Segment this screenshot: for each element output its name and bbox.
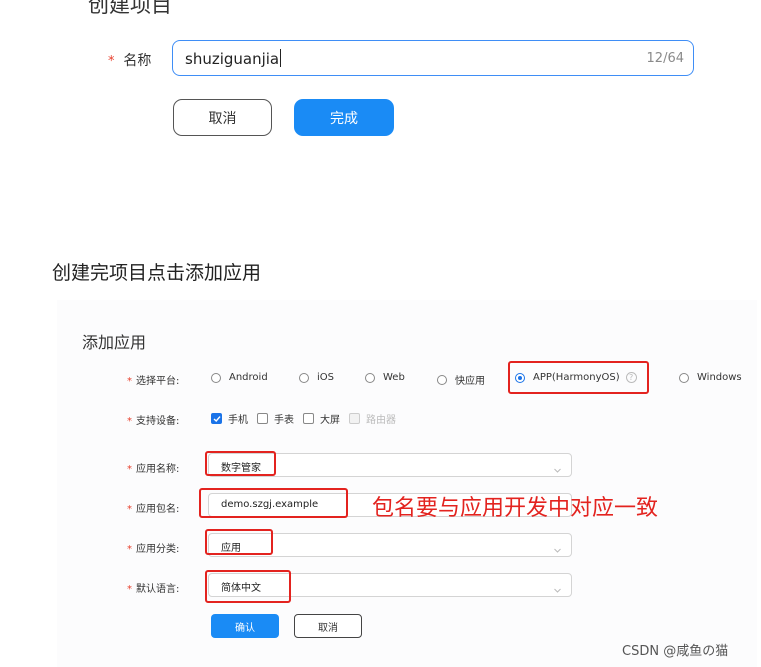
- package-label: * 应用包名:: [127, 504, 180, 515]
- checkbox-icon: [303, 413, 314, 424]
- language-label: * 默认语言:: [127, 584, 180, 595]
- radio-icon: [365, 372, 375, 383]
- category-label: * 应用分类:: [127, 544, 180, 555]
- highlight-box-app-name: [205, 451, 276, 476]
- cancel-button[interactable]: 取消: [173, 99, 272, 136]
- radio-icon: [437, 374, 447, 385]
- chevron-down-icon: [553, 460, 562, 479]
- project-name-value: shuziguanjia: [185, 49, 282, 68]
- highlight-box-language: [205, 570, 291, 603]
- platform-option-ios[interactable]: iOS: [299, 372, 334, 383]
- platform-option-web[interactable]: Web: [365, 372, 405, 383]
- highlight-box-platform: [508, 361, 649, 394]
- add-app-title: 添加应用: [82, 333, 147, 352]
- platform-option-android[interactable]: Android: [211, 372, 268, 383]
- project-name-input[interactable]: shuziguanjia 12/64: [172, 40, 694, 76]
- package-annotation: 包名要与应用开发中对应一致: [372, 496, 659, 521]
- app-name-label: * 应用名称:: [127, 464, 180, 475]
- done-button[interactable]: 完成: [294, 99, 394, 136]
- device-option-watch[interactable]: 手表: [257, 411, 294, 426]
- confirm-button[interactable]: 确认: [211, 614, 279, 638]
- radio-icon: [679, 372, 689, 383]
- radio-icon: [211, 372, 221, 383]
- chevron-down-icon: [553, 580, 562, 599]
- highlight-box-category: [205, 529, 273, 555]
- create-project-title: 创建项目: [88, 0, 172, 17]
- checkbox-icon: [257, 413, 268, 424]
- device-label: * 支持设备:: [127, 416, 180, 427]
- device-option-screen[interactable]: 大屏: [303, 411, 340, 426]
- platform-label: * 选择平台:: [127, 376, 180, 387]
- add-app-panel: [57, 300, 757, 667]
- device-option-router: 路由器: [349, 411, 396, 426]
- text-caret: [280, 49, 282, 67]
- cancel-small-button[interactable]: 取消: [294, 614, 362, 638]
- instruction-caption: 创建完项目点击添加应用: [52, 262, 262, 284]
- platform-option-quickapp[interactable]: 快应用: [437, 372, 485, 387]
- radio-icon: [299, 372, 309, 383]
- name-label-text: 名称: [123, 53, 152, 69]
- name-field-label: * 名称: [108, 50, 151, 70]
- watermark: CSDN @咸鱼の猫: [622, 644, 729, 659]
- char-counter: 12/64: [646, 51, 684, 66]
- platform-option-windows[interactable]: Windows: [679, 372, 742, 383]
- chevron-down-icon: [553, 540, 562, 559]
- checkbox-checked-icon: [211, 413, 222, 424]
- device-option-phone[interactable]: 手机: [211, 411, 248, 426]
- required-star: *: [108, 54, 115, 69]
- checkbox-disabled-icon: [349, 413, 360, 424]
- highlight-box-package: [199, 488, 348, 518]
